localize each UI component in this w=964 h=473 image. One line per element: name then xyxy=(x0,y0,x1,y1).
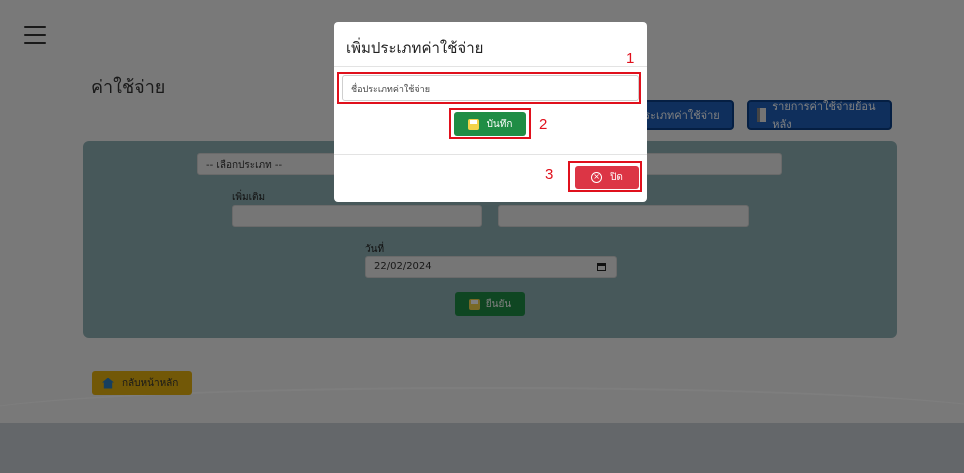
highlight-box-input xyxy=(337,72,641,104)
highlight-box-save xyxy=(449,108,531,139)
modal-title: เพิ่มประเภทค่าใช้จ่าย xyxy=(346,39,484,57)
annotation-2: 2 xyxy=(539,116,548,133)
modal-header-divider xyxy=(334,66,647,67)
highlight-box-close xyxy=(568,161,642,192)
annotation-3: 3 xyxy=(545,166,554,183)
modal-footer-divider xyxy=(334,154,647,155)
annotation-1: 1 xyxy=(626,50,635,67)
